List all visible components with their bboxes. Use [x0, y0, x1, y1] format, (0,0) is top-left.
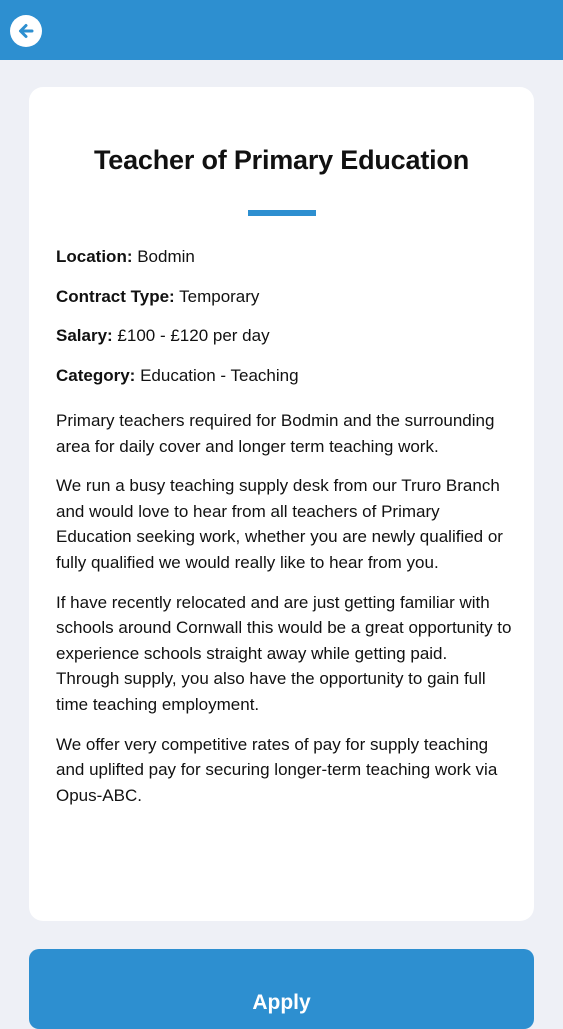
arrow-left-icon	[19, 24, 34, 38]
detail-contract-type: Contract Type: Temporary	[56, 284, 511, 309]
detail-value: Education - Teaching	[135, 365, 299, 385]
detail-location: Location: Bodmin	[56, 244, 511, 269]
description-paragraph: If have recently relocated and are just …	[56, 592, 512, 714]
job-card: Teacher of Primary Education Location: B…	[29, 87, 534, 921]
detail-label: Category:	[56, 365, 136, 385]
back-button[interactable]	[10, 15, 42, 47]
detail-label: Contract Type:	[56, 286, 175, 306]
title-underline	[248, 210, 316, 216]
detail-salary: Salary: £100 - £120 per day	[56, 323, 511, 348]
description-paragraph: We run a busy teaching supply desk from …	[56, 476, 503, 572]
detail-value: £100 - £120 per day	[112, 326, 270, 345]
description-paragraph: Primary teachers required for Bodmin and…	[56, 411, 495, 456]
job-title: Teacher of Primary Education	[93, 145, 469, 175]
detail-category: Category: Education - Teaching	[56, 363, 511, 388]
apply-button[interactable]: Apply	[29, 949, 534, 1029]
detail-label: Location:	[56, 247, 133, 266]
detail-value: Temporary	[174, 286, 260, 306]
job-details: Location: Bodmin Contract Type: Temporar…	[56, 244, 511, 402]
job-description: Primary teachers required for Bodmin and…	[56, 408, 514, 822]
detail-value: Bodmin	[132, 247, 195, 266]
detail-label: Salary:	[56, 326, 113, 345]
description-paragraph: We offer very competitive rates of pay f…	[56, 734, 498, 805]
top-app-bar	[0, 0, 563, 60]
